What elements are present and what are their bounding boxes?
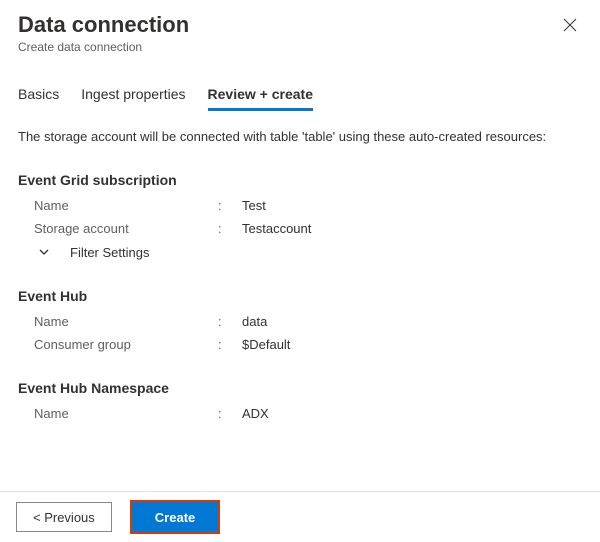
section-event-grid: Event Grid subscription Name : Test Stor… (18, 172, 582, 260)
label-event-hub-name: Name (18, 314, 218, 329)
page-title: Data connection (18, 12, 582, 38)
intro-text: The storage account will be connected wi… (18, 129, 582, 144)
dialog-footer: < Previous Create (0, 491, 600, 542)
row-event-hub-name: Name : data (18, 314, 582, 329)
close-button[interactable] (558, 16, 582, 37)
tab-ingest-properties[interactable]: Ingest properties (81, 86, 185, 111)
section-event-hub-namespace: Event Hub Namespace Name : ADX (18, 380, 582, 421)
section-title-event-hub-namespace: Event Hub Namespace (18, 380, 582, 396)
value-namespace-name: ADX (242, 406, 269, 421)
tab-bar: Basics Ingest properties Review + create (18, 86, 582, 111)
row-namespace-name: Name : ADX (18, 406, 582, 421)
filter-settings-toggle[interactable]: Filter Settings (18, 244, 582, 260)
label-namespace-name: Name (18, 406, 218, 421)
label-event-grid-name: Name (18, 198, 218, 213)
section-title-event-hub: Event Hub (18, 288, 582, 304)
chevron-down-icon (36, 244, 52, 260)
close-icon (563, 18, 577, 32)
value-storage-account: Testaccount (242, 221, 311, 236)
tab-basics[interactable]: Basics (18, 86, 59, 111)
row-storage-account: Storage account : Testaccount (18, 221, 582, 236)
value-event-grid-name: Test (242, 198, 266, 213)
label-storage-account: Storage account (18, 221, 218, 236)
filter-settings-label: Filter Settings (70, 245, 149, 260)
section-event-hub: Event Hub Name : data Consumer group : $… (18, 288, 582, 352)
value-event-hub-name: data (242, 314, 267, 329)
create-button[interactable]: Create (132, 502, 218, 532)
value-consumer-group: $Default (242, 337, 290, 352)
tab-review-create[interactable]: Review + create (208, 86, 313, 111)
section-title-event-grid: Event Grid subscription (18, 172, 582, 188)
row-event-grid-name: Name : Test (18, 198, 582, 213)
previous-button[interactable]: < Previous (16, 502, 112, 532)
page-subtitle: Create data connection (18, 40, 582, 54)
dialog-header: Data connection Create data connection (18, 12, 582, 54)
row-consumer-group: Consumer group : $Default (18, 337, 582, 352)
label-consumer-group: Consumer group (18, 337, 218, 352)
